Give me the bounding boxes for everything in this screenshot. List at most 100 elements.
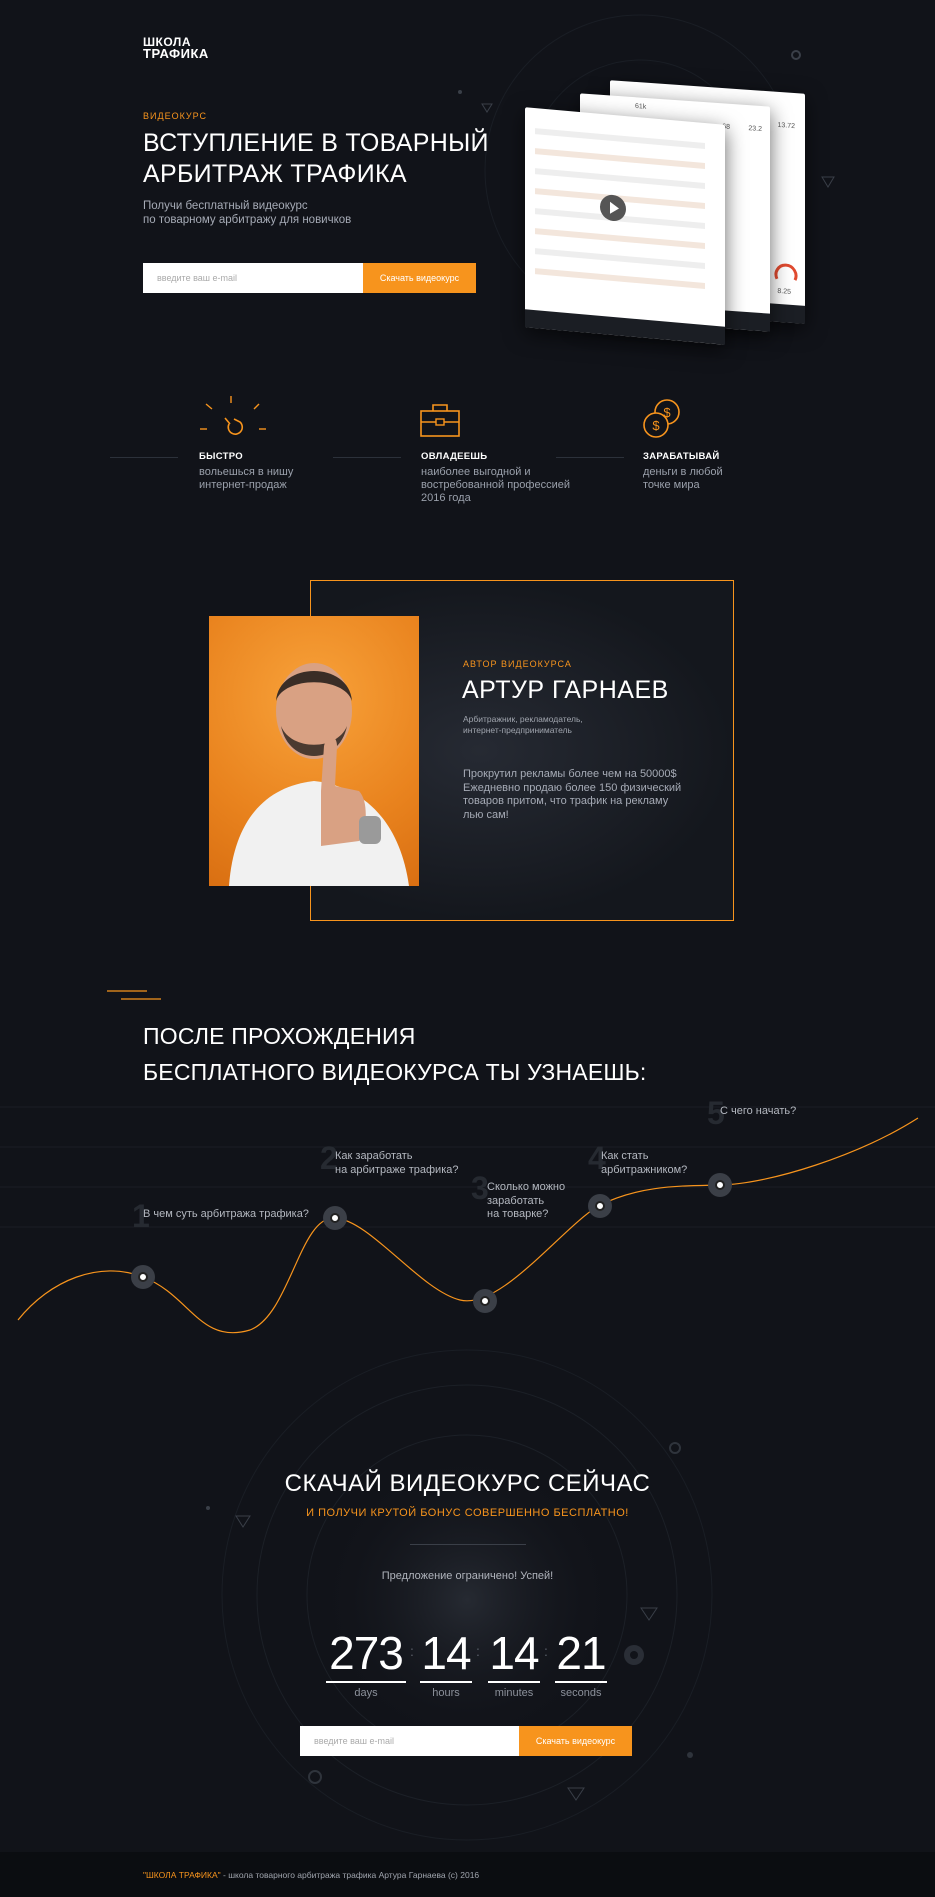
countdown-label: seconds bbox=[560, 1686, 602, 1699]
coins-icon: $ $ bbox=[643, 399, 680, 438]
point-label-line: арбитражником? bbox=[601, 1163, 688, 1176]
point-label-line: Как стать bbox=[601, 1150, 649, 1162]
point-label-line: Сколько можно bbox=[487, 1181, 566, 1193]
feature-title: ЗАРАБАТЫВАЙ bbox=[643, 451, 720, 462]
countdown-email-input[interactable] bbox=[300, 1726, 519, 1756]
countdown-label: hours bbox=[432, 1686, 460, 1699]
countdown-value: 14 bbox=[489, 1627, 539, 1679]
divider bbox=[333, 457, 401, 458]
point-label-line: на арбитраже трафика? bbox=[335, 1163, 459, 1176]
author-bio: Прокрутил рекламы более чем на 50000$ Еж… bbox=[463, 768, 682, 821]
logo-line2: ТРАФИКА bbox=[143, 46, 209, 61]
point-marker[interactable] bbox=[588, 1194, 612, 1218]
countdown-value: 273 bbox=[329, 1627, 404, 1679]
point-label-line: Как заработать bbox=[335, 1150, 413, 1162]
title-accent-lines bbox=[107, 990, 161, 1000]
screen-row bbox=[535, 228, 705, 249]
svg-text:$: $ bbox=[652, 418, 660, 433]
countdown-underline bbox=[326, 1681, 406, 1683]
hero-subtitle: Получи бесплатный видеокурс по товарному… bbox=[143, 199, 403, 227]
countdown-value: 14 bbox=[421, 1627, 471, 1679]
hero-subtitle-line1: Получи бесплатный видеокурс bbox=[143, 200, 308, 212]
point-label-line: заработать bbox=[487, 1194, 545, 1207]
feature-text: вольешься в нишу интернет-продаж bbox=[199, 466, 294, 491]
countdown-underline bbox=[420, 1681, 472, 1683]
author-photo bbox=[209, 616, 419, 886]
countdown-colon: : bbox=[544, 1643, 548, 1659]
countdown-value: 21 bbox=[556, 1627, 606, 1679]
feature-title: БЫСТРО bbox=[199, 451, 243, 462]
point-label: С чего начать? bbox=[720, 1105, 796, 1119]
learn-title-line2: БЕСПЛАТНОГО ВИДЕОКУРСА ТЫ УЗНАЕШЬ: bbox=[143, 1059, 647, 1085]
countdown-underline bbox=[555, 1681, 607, 1683]
countdown-subtitle: И ПОЛУЧИ КРУТОЙ БОНУС СОВЕРШЕННО БЕСПЛАТ… bbox=[306, 1507, 629, 1519]
hero-download-button[interactable]: Скачать видеокурс bbox=[363, 263, 476, 293]
screen-row bbox=[535, 248, 705, 269]
screen-back-value2: 8.25 bbox=[777, 287, 791, 296]
point-label-line: С чего начать? bbox=[720, 1105, 797, 1117]
countdown-minutes: 14 minutes bbox=[488, 1628, 540, 1699]
screen-row bbox=[535, 148, 705, 169]
countdown-label: minutes bbox=[494, 1686, 534, 1699]
author-tag: АВТОР ВИДЕОКУРСА bbox=[463, 659, 572, 669]
countdown-divider bbox=[410, 1544, 526, 1545]
divider bbox=[110, 457, 178, 458]
feature-fast: БЫСТРО вольешься в нишу интернет-продаж bbox=[199, 451, 309, 492]
screen-row bbox=[535, 128, 705, 149]
countdown-colon: : bbox=[410, 1643, 414, 1659]
learn-title: ПОСЛЕ ПРОХОЖДЕНИЯ БЕСПЛАТНОГО ВИДЕОКУРСА… bbox=[143, 1018, 647, 1090]
author-role-line2: интернет-предприниматель bbox=[463, 725, 572, 735]
feature-text: деньги в любой точке мира bbox=[643, 466, 723, 491]
point-label-line: В чем суть арбитража трафика? bbox=[143, 1208, 309, 1220]
point-marker[interactable] bbox=[131, 1265, 155, 1289]
screen-front: 61k bbox=[525, 103, 725, 345]
point-marker[interactable] bbox=[473, 1289, 497, 1313]
point-marker[interactable] bbox=[323, 1206, 347, 1230]
screen-row bbox=[535, 268, 705, 289]
screen-middle-value: 23.2 bbox=[748, 125, 762, 134]
countdown-days: 273 days bbox=[326, 1628, 406, 1699]
point-label: Как заработать на арбитраже трафика? bbox=[335, 1150, 459, 1177]
hero-title: ВСТУПЛЕНИЕ В ТОВАРНЫЙ АРБИТРАЖ ТРАФИКА bbox=[143, 129, 489, 188]
hero-subtitle-line2: по товарному арбитражу для новичков bbox=[143, 214, 352, 226]
countdown-form: Скачать видеокурс bbox=[300, 1726, 632, 1756]
author-name: АРТУР ГАРНАЕВ bbox=[462, 676, 669, 704]
screen-front-bar bbox=[525, 309, 725, 345]
hero-tag: ВИДЕОКУРС bbox=[143, 111, 208, 121]
meteor-icon bbox=[200, 396, 266, 435]
feature-master: ОВЛАДЕЕШЬ наиболее выгодной и востребова… bbox=[421, 451, 581, 505]
course-screens-illustration: 13.72 8.25 23.2 68 61k bbox=[520, 80, 810, 352]
countdown-offer: Предложение ограничено! Успей! bbox=[381, 1570, 554, 1582]
briefcase-icon bbox=[420, 404, 460, 437]
point-label: В чем суть арбитража трафика? bbox=[143, 1208, 309, 1222]
svg-text:$: $ bbox=[663, 405, 671, 420]
author-role-line1: Арбитражник, рекламодатель, bbox=[463, 714, 583, 724]
learn-title-line1: ПОСЛЕ ПРОХОЖДЕНИЯ bbox=[143, 1023, 416, 1049]
gauge-icon bbox=[774, 263, 798, 281]
footer-text: "ШКОЛА ТРАФИКА" - школа товарного арбитр… bbox=[143, 1870, 479, 1880]
countdown-hours: 14 hours bbox=[420, 1628, 472, 1699]
feature-earn: ЗАРАБАТЫВАЙ деньги в любой точке мира bbox=[643, 451, 733, 492]
author-role: Арбитражник, рекламодатель, интернет-пре… bbox=[463, 714, 583, 736]
point-label: Как стать арбитражником? bbox=[601, 1150, 687, 1177]
countdown-download-button[interactable]: Скачать видеокурс bbox=[519, 1726, 632, 1756]
countdown-title: СКАЧАЙ ВИДЕОКУРС СЕЙЧАС bbox=[284, 1470, 651, 1497]
countdown-colon: : bbox=[476, 1643, 480, 1659]
footer-copyright: - школа товарного арбитража трафика Арту… bbox=[220, 1870, 480, 1880]
footer-brand: "ШКОЛА ТРАФИКА" bbox=[143, 1870, 221, 1880]
logo[interactable]: ШКОЛА ТРАФИКА bbox=[143, 36, 209, 60]
feature-title: ОВЛАДЕЕШЬ bbox=[421, 451, 488, 462]
countdown-underline bbox=[488, 1681, 540, 1683]
countdown-seconds: 21 seconds bbox=[555, 1628, 607, 1699]
countdown-label: days bbox=[354, 1686, 378, 1699]
point-label: Сколько можно заработать на товарке? bbox=[487, 1181, 565, 1222]
point-marker[interactable] bbox=[708, 1173, 732, 1197]
hero-form: Скачать видеокурс bbox=[143, 263, 476, 293]
screen-front-value: 61k bbox=[635, 102, 647, 111]
point-label-line: на товарке? bbox=[487, 1208, 549, 1220]
screen-row bbox=[535, 168, 705, 189]
hero-email-input[interactable] bbox=[143, 263, 363, 293]
screen-back-value: 13.72 bbox=[777, 121, 795, 131]
author-photo-illustration bbox=[229, 663, 409, 886]
feature-text: наиболее выгодной и востребованной профе… bbox=[421, 466, 570, 504]
